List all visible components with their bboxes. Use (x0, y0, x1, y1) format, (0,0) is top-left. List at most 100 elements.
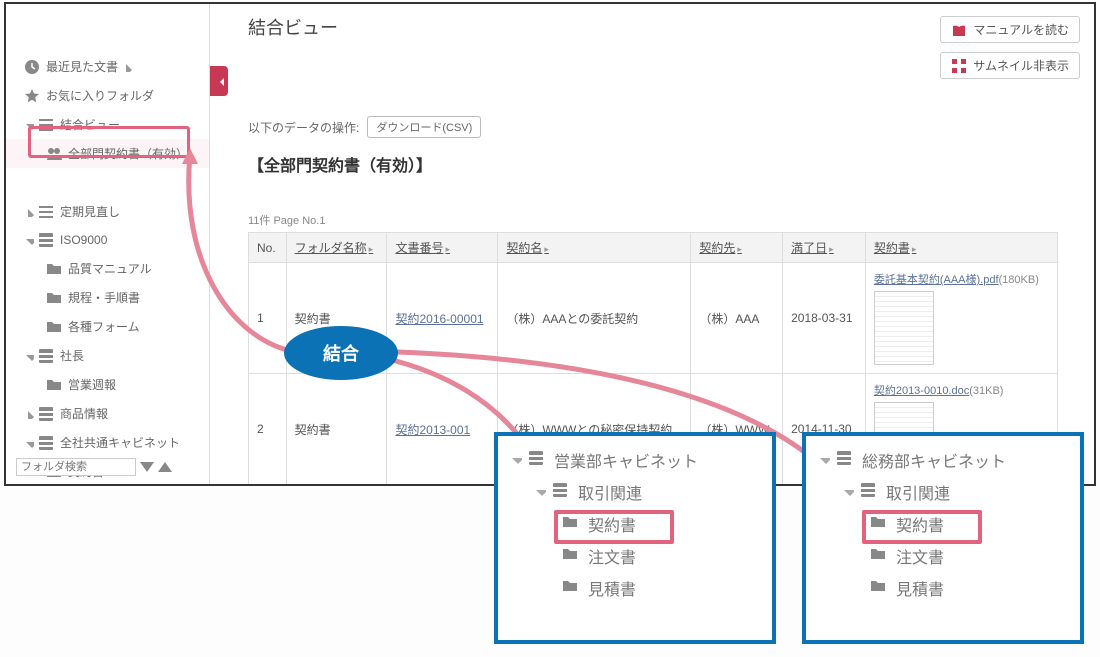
tree-folder-quotes[interactable]: 見積書 (506, 572, 764, 604)
search-prev-icon[interactable] (158, 462, 172, 472)
sidebar-label: ISO9000 (60, 233, 107, 247)
chevron-down-icon (510, 454, 522, 466)
col-folder[interactable]: フォルダ名称▸ (286, 233, 387, 263)
chevron-right-icon (24, 409, 34, 419)
cell-no: 2 (249, 374, 287, 485)
chevron-down-icon (24, 438, 34, 448)
docno-link[interactable]: 契約2013-001 (395, 423, 470, 437)
sidebar-item-zensha[interactable]: 全社共通キャビネット (6, 428, 209, 457)
tree-label: 注文書 (896, 544, 944, 568)
sidebar-label: 社長 (60, 347, 84, 364)
main-content: 結合ビュー マニュアルを読む サムネイル非表示 以下のデータの操作: ダウンロー… (234, 4, 1094, 484)
tree-group[interactable]: 取引関連 (814, 476, 1072, 508)
list-icon (38, 204, 54, 220)
docno-link[interactable]: 契約2016-00001 (395, 312, 483, 326)
tree-label: 総務部キャビネット (862, 448, 1006, 472)
tree-folder-quotes[interactable]: 見積書 (814, 572, 1072, 604)
sidebar-label: 全部門契約書（有効） (68, 145, 188, 162)
tree-folder-contracts[interactable]: 契約書 (814, 508, 1072, 540)
file-size: (180KB) (999, 274, 1039, 286)
tree-folder-orders[interactable]: 注文書 (506, 540, 764, 572)
cabinet-icon (38, 348, 54, 364)
folder-search-input[interactable] (16, 458, 136, 476)
folder-icon (562, 578, 582, 598)
thumbnail-toggle-button[interactable]: サムネイル非表示 (940, 52, 1080, 79)
cabinet-icon (38, 232, 54, 248)
chevron-left-icon (214, 74, 224, 88)
cabinet-icon (528, 450, 548, 470)
tree-label: 契約書 (896, 512, 944, 536)
sidebar-label: 定期見直し (60, 203, 120, 220)
tree-folder-contracts[interactable]: 契約書 (506, 508, 764, 540)
search-next-icon[interactable] (140, 462, 154, 472)
cell-docno: 契約2016-00001 (387, 263, 498, 374)
chevron-down-icon (24, 120, 34, 130)
folder-icon (870, 578, 890, 598)
chevron-right-icon (122, 62, 132, 72)
cell-docno: 契約2013-001 (387, 374, 498, 485)
folder-icon (46, 319, 62, 335)
star-icon (24, 88, 40, 104)
sidebar-item-combine-view[interactable]: 結合ビュー (6, 110, 209, 139)
sidebar-label: 各種フォーム (68, 318, 140, 335)
button-label: マニュアルを読む (973, 21, 1069, 38)
sidebar-item-favorites[interactable]: お気に入りフォルダ (6, 81, 209, 110)
cell-folder: 契約書 (286, 374, 387, 485)
tree-label: 契約書 (588, 512, 636, 536)
tree-label: 注文書 (588, 544, 636, 568)
sidebar-item-iso9000[interactable]: ISO9000 (6, 226, 209, 254)
chevron-down-icon (24, 235, 34, 245)
sidebar-label: 最近見た文書 (46, 58, 118, 75)
sidebar-label: 商品情報 (60, 405, 108, 422)
tree-cabinet[interactable]: 総務部キャビネット (814, 444, 1072, 476)
chevron-down-icon (818, 454, 830, 466)
download-csv-button[interactable]: ダウンロード(CSV) (367, 116, 481, 138)
chevron-down-icon (534, 486, 546, 498)
sidebar-item-iso-child[interactable]: 品質マニュアル (6, 254, 209, 283)
sidebar-item-shohin[interactable]: 商品情報 (6, 399, 209, 428)
cell-no: 1 (249, 263, 287, 374)
file-link[interactable]: 委託基本契約(AAA様).pdf (874, 274, 999, 286)
folder-icon (562, 546, 582, 566)
sidebar-label: 規程・手順書 (68, 289, 140, 306)
manual-button[interactable]: マニュアルを読む (940, 16, 1080, 43)
folder-icon (46, 377, 62, 393)
file-size: (31KB) (969, 385, 1003, 397)
cabinet-icon (38, 435, 54, 451)
cabinet-icon (860, 482, 880, 502)
chevron-down-icon (842, 486, 854, 498)
cell-name: （株）AAAとの委託契約 (498, 263, 691, 374)
sidebar-item-all-dept-contracts[interactable]: 全部門契約書（有効） (6, 139, 209, 168)
sidebar-toggle[interactable] (210, 66, 228, 96)
tree-label: 見積書 (588, 576, 636, 600)
col-partner[interactable]: 契約先▸ (691, 233, 783, 263)
sidebar-label: 営業週報 (68, 376, 116, 393)
tree-label: 取引関連 (578, 480, 642, 504)
col-file[interactable]: 契約書▸ (865, 233, 1057, 263)
sidebar-item-shacho[interactable]: 社長 (6, 341, 209, 370)
pager-info: 11件 Page No.1 (248, 212, 1080, 228)
col-name[interactable]: 契約名▸ (498, 233, 691, 263)
sidebar-item-iso-child[interactable]: 各種フォーム (6, 312, 209, 341)
chevron-right-icon (24, 207, 34, 217)
group-icon (46, 146, 62, 162)
tree-group[interactable]: 取引関連 (506, 476, 764, 508)
sidebar-item-shacho-child[interactable]: 営業週報 (6, 370, 209, 399)
clock-icon (24, 59, 40, 75)
operation-row: 以下のデータの操作: ダウンロード(CSV) (248, 116, 1080, 138)
tree-label: 営業部キャビネット (554, 448, 698, 472)
view-title: 【全部門契約書（有効）】 (248, 152, 1080, 176)
book-icon (951, 24, 967, 36)
tree-folder-orders[interactable]: 注文書 (814, 540, 1072, 572)
col-docno[interactable]: 文書番号▸ (387, 233, 498, 263)
sidebar-label: お気に入りフォルダ (46, 87, 154, 104)
folder-icon (562, 514, 582, 534)
sidebar-item-iso-child[interactable]: 規程・手順書 (6, 283, 209, 312)
sidebar-item-teiki[interactable]: 定期見直し (6, 197, 209, 226)
sidebar-item-recent[interactable]: 最近見た文書 (6, 52, 209, 81)
tree-cabinet[interactable]: 営業部キャビネット (506, 444, 764, 476)
file-link[interactable]: 契約2013-0010.doc (874, 385, 969, 397)
col-expire[interactable]: 満了日▸ (783, 233, 866, 263)
sidebar-label: 結合ビュー (60, 116, 120, 133)
file-thumbnail[interactable] (874, 291, 934, 365)
